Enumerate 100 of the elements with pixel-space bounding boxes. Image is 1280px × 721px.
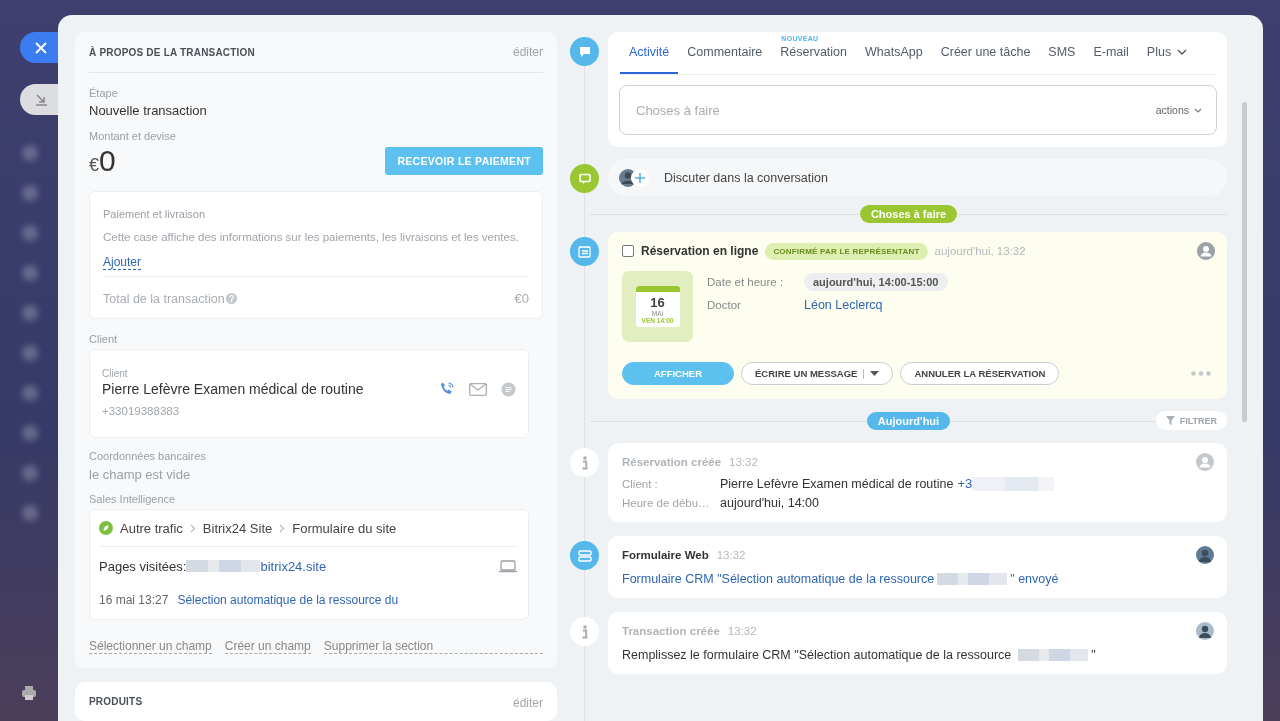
client-name: Pierre Lefèvre Examen médical de routine: [102, 381, 364, 397]
caret-icon: [1177, 48, 1188, 56]
page-link[interactable]: Sélection automatique de la ressource du: [177, 593, 399, 607]
source-step: Autre trafic: [120, 520, 183, 536]
phone-link[interactable]: +3: [957, 476, 973, 491]
blurred-icon: [22, 265, 38, 281]
phone-icon[interactable]: [439, 381, 455, 397]
blurred-icon: [22, 425, 38, 441]
date-pill: aujourd'hui, 14:00-15:00: [804, 273, 948, 291]
minimize-button[interactable]: [20, 84, 58, 115]
event-title: Transaction créée: [622, 625, 720, 637]
more-icon[interactable]: [1191, 371, 1211, 376]
event-title: Réservation créée: [622, 456, 722, 468]
leaf-icon: [99, 521, 113, 535]
detail-label: Date et heure :: [707, 276, 785, 288]
user-avatar-icon: [1197, 242, 1215, 260]
timestamp: 13:32: [729, 456, 758, 468]
page-link[interactable]: bitrix24.site: [260, 558, 327, 574]
section-title: PRODUITS: [89, 696, 143, 707]
doctor-link[interactable]: Léon Leclercq: [804, 298, 883, 312]
event-title: Formulaire Web: [622, 549, 709, 561]
blurred-icon: [22, 185, 38, 201]
timestamp: 13:32: [716, 549, 746, 561]
field-label: Heure de débu…: [622, 497, 711, 509]
scrollbar-thumb[interactable]: [1242, 102, 1247, 422]
cancel-button[interactable]: ANNULER LA RÉSERVATION: [900, 362, 1060, 385]
person-avatar-icon: [1196, 546, 1214, 564]
delete-section-link[interactable]: Supprimer la section: [323, 639, 543, 654]
empty-value: le champ est vide: [89, 467, 192, 482]
field-link[interactable]: Sélectionner un champ: [89, 639, 212, 654]
activity-tab[interactable]: SMS: [1039, 32, 1085, 74]
section-title: À PROPOS DE LA TRANSACTION: [89, 46, 255, 58]
chevron-icon: [189, 523, 196, 533]
total-label: Total de la transaction: [103, 291, 225, 306]
actions-dropdown[interactable]: actions: [1155, 104, 1202, 116]
status-badge: CONFIRMÉ PAR LE REPRÉSENTANT: [765, 242, 928, 260]
mail-icon[interactable]: [469, 382, 487, 396]
event-text: ": [1091, 648, 1096, 662]
person-avatar-icon: [1196, 622, 1214, 640]
message-button[interactable]: ÉCRIRE UN MESSAGE: [741, 362, 894, 385]
info-node-icon: [570, 617, 599, 646]
blurred-icon: [22, 305, 38, 321]
caret-icon: [1194, 107, 1202, 113]
field-label: Étape: [89, 87, 119, 99]
close-button[interactable]: [20, 32, 58, 63]
calendar-node-icon: [570, 237, 599, 266]
field-label: Client :: [622, 477, 659, 490]
arrow-icon: [34, 93, 48, 106]
blurred-icon: [22, 385, 38, 401]
close-icon: [35, 41, 47, 54]
activity-tab[interactable]: Créer une tâche: [931, 32, 1040, 74]
form-node-icon: [570, 541, 599, 570]
event-text: Remplissez le formulaire CRM "Sélection automatique de la ressource: [622, 648, 1012, 662]
checkbox[interactable]: [622, 245, 634, 257]
booking-title: Réservation en ligne: [641, 244, 759, 258]
form-link[interactable]: Formulaire CRM "Sélection automatique de la ressource: [622, 572, 935, 586]
field-value: Pierre Lefèvre Examen médical de routine: [720, 476, 954, 491]
field-value: aujourd'hui, 14:00: [720, 496, 819, 510]
activity-tab[interactable]: E-mail: [1084, 32, 1138, 74]
phone-number: +33019388383: [102, 405, 181, 417]
filter-icon: [1165, 416, 1175, 425]
activity-tab[interactable]: Plus: [1137, 32, 1197, 74]
chat-node-icon: [570, 164, 599, 193]
todo-field[interactable]: Choses à faire actions: [619, 85, 1217, 135]
activity-tab[interactable]: Activité: [620, 32, 679, 74]
stage-value: Nouvelle transaction: [89, 103, 208, 118]
chat-button[interactable]: Discuter dans la conversation: [608, 159, 1227, 196]
chevron-icon: [279, 523, 286, 533]
form-link[interactable]: " envoyé: [1010, 572, 1059, 586]
pages-label: Pages visitées:: [99, 558, 187, 574]
activity-tab[interactable]: WhatsApp: [856, 32, 932, 74]
timestamp: aujourd'hui, 13:32: [934, 245, 1026, 257]
comment-node-icon: [570, 37, 599, 66]
section-divider: Choses à faire: [859, 205, 958, 223]
user-avatar-icon: [1196, 453, 1214, 471]
laptop-icon: [498, 559, 518, 573]
caret-icon: [870, 371, 880, 376]
detail-label: Doctor: [707, 299, 742, 311]
blurred-icon: [22, 225, 38, 241]
field-label: Sales Intelligence: [89, 493, 177, 505]
amount-value: €0: [89, 144, 116, 178]
printer-icon[interactable]: [21, 685, 37, 701]
blurred-icon: [22, 345, 38, 361]
panel-title: Paiement et livraison: [103, 208, 207, 220]
field-label: Montant et devise: [89, 130, 177, 142]
panel-description: Cette case affiche des informations sur les paiements, les livraisons et les ventes.: [103, 231, 520, 243]
timestamp: 13:32: [727, 625, 757, 637]
info-node-icon: [570, 448, 599, 477]
blurred-icon: [22, 465, 38, 481]
blurred-icon: [22, 505, 38, 521]
section-divider: Aujourd'hui: [866, 412, 951, 430]
field-link[interactable]: Créer un champ: [224, 639, 311, 654]
help-icon[interactable]: [225, 293, 237, 304]
activity-tab[interactable]: Commentaire: [678, 32, 772, 74]
add-link[interactable]: Ajouter: [103, 255, 142, 270]
chat-icon[interactable]: [501, 381, 516, 397]
total-value: €0: [514, 291, 529, 306]
visit-date: 16 mai 13:27: [99, 593, 169, 607]
source-step: Formulaire du site: [292, 520, 397, 536]
redacted-text: [1018, 649, 1089, 661]
